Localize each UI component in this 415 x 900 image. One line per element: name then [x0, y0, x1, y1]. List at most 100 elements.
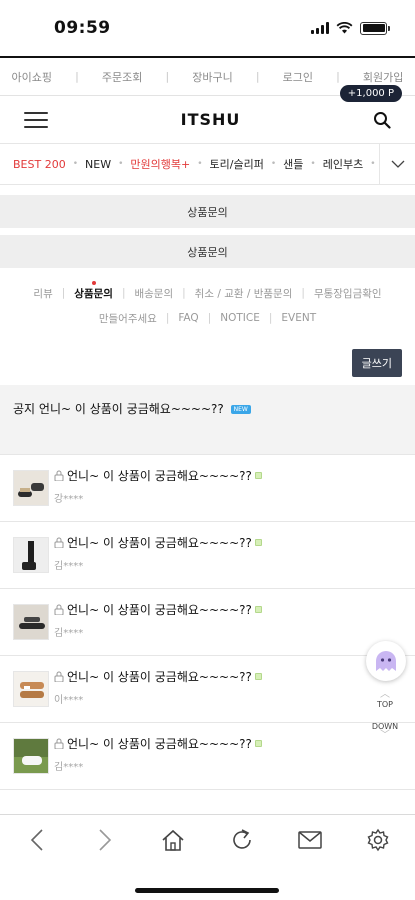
tab-request[interactable]: 만들어주세요: [99, 311, 157, 326]
scroll-top-button[interactable]: ︿ TOP: [369, 689, 401, 710]
divider: |: [207, 312, 212, 324]
home-indicator: [135, 888, 279, 893]
post-title-text: 언니~ 이 상품이 궁금해요~~~~??: [67, 737, 252, 751]
wifi-icon: [336, 22, 353, 34]
new-post-icon: [254, 673, 262, 680]
category-dot: •: [72, 159, 79, 169]
category-bar: BEST 200 • NEW • 만원의행복+ • 토리/슬리퍼 • 샌들 • …: [0, 144, 415, 185]
product-thumbnail: [13, 537, 49, 573]
category-dot: •: [270, 159, 277, 169]
list-item[interactable]: 언니~ 이 상품이 궁금해요~~~~?? 강****: [0, 455, 415, 522]
back-icon[interactable]: [22, 825, 52, 855]
util-link-login[interactable]: 로그인: [283, 69, 313, 85]
menu-icon[interactable]: [24, 111, 48, 128]
tab-shipping-inquiry[interactable]: 배송문의: [134, 286, 173, 301]
post-body: 언니~ 이 상품이 궁금해요~~~~?? 김****: [54, 735, 402, 773]
post-title-text: 언니~ 이 상품이 궁금해요~~~~??: [67, 536, 252, 550]
util-link-eyeshopping[interactable]: 아이쇼핑: [12, 69, 52, 85]
notice-prefix: 공지: [13, 402, 36, 416]
write-button[interactable]: 글쓰기: [351, 349, 402, 377]
category-dot: •: [197, 159, 203, 169]
divider: |: [182, 287, 186, 299]
post-title: 언니~ 이 상품이 궁금해요~~~~??: [54, 601, 402, 618]
lock-icon: [54, 470, 64, 481]
status-icons: [311, 21, 390, 35]
post-author: 이****: [54, 695, 84, 706]
write-button-wrap: 글쓰기: [0, 349, 415, 377]
tab-notice[interactable]: NOTICE: [220, 312, 260, 324]
list-item[interactable]: 언니~ 이 상품이 궁금해요~~~~?? 김****: [0, 723, 415, 790]
refresh-icon[interactable]: [227, 825, 257, 855]
chatbot-button[interactable]: [366, 641, 406, 681]
site-logo[interactable]: ITSHU: [181, 110, 241, 129]
category-slipper[interactable]: 토리/슬리퍼: [210, 156, 264, 172]
post-title-text: 언니~ 이 상품이 궁금해요~~~~??: [67, 469, 252, 483]
category-dot: •: [118, 159, 124, 169]
category-expand-button[interactable]: [379, 144, 415, 184]
settings-icon[interactable]: [363, 825, 393, 855]
scroll-down-button[interactable]: DOWN ﹀: [369, 722, 401, 741]
divider: |: [268, 312, 273, 324]
tab-event[interactable]: EVENT: [281, 312, 316, 324]
post-title: 언니~ 이 상품이 궁금해요~~~~??: [54, 467, 402, 484]
board-tabs: 리뷰 | 상품문의 | 배송문의 | 취소 / 교환 / 반품문의 | 무통장입…: [0, 268, 415, 329]
divider: |: [61, 287, 66, 299]
notice-row[interactable]: 공지 언니~ 이 상품이 궁금해요~~~~?? NEW: [0, 385, 415, 455]
post-author: 김****: [54, 762, 84, 773]
lock-icon: [54, 537, 64, 548]
post-author: 김****: [54, 561, 84, 572]
section-title: 상품문의: [187, 205, 228, 219]
tab-deposit-confirm[interactable]: 무통장입금확인: [314, 286, 382, 301]
search-icon[interactable]: [373, 111, 391, 129]
browser-toolbar: [0, 814, 415, 900]
product-thumbnail: [13, 470, 49, 506]
divider: |: [75, 70, 79, 83]
post-body: 언니~ 이 상품이 궁금해요~~~~?? 김****: [54, 534, 402, 572]
tab-faq[interactable]: FAQ: [178, 312, 198, 324]
util-link-order-lookup[interactable]: 주문조회: [102, 69, 142, 85]
notice-title: 언니~ 이 상품이 궁금해요~~~~??: [38, 402, 224, 416]
new-post-icon: [254, 740, 262, 747]
post-title: 언니~ 이 상품이 궁금해요~~~~??: [54, 534, 402, 551]
lock-icon: [54, 738, 64, 749]
post-title-text: 언니~ 이 상품이 궁금해요~~~~??: [67, 603, 252, 617]
post-body: 언니~ 이 상품이 궁금해요~~~~?? 김****: [54, 601, 402, 639]
util-link-join[interactable]: 회원가입: [363, 69, 403, 85]
util-link-cart[interactable]: 장바구니: [192, 69, 232, 85]
post-title: 언니~ 이 상품이 궁금해요~~~~??: [54, 735, 402, 752]
category-sandal[interactable]: 샌들: [283, 156, 303, 172]
new-post-icon: [254, 606, 262, 613]
chevron-up-icon: ︿: [380, 689, 390, 700]
divider: |: [301, 287, 305, 299]
post-author: 김****: [54, 628, 84, 639]
post-author: 강****: [54, 494, 84, 505]
chevron-down-icon: ﹀: [380, 730, 390, 741]
post-title-text: 언니~ 이 상품이 궁금해요~~~~??: [67, 670, 252, 684]
category-rainboots[interactable]: 레인부츠: [323, 156, 363, 172]
cellular-signal-icon: [311, 22, 329, 34]
category-new[interactable]: NEW: [85, 158, 111, 171]
post-list: 언니~ 이 상품이 궁금해요~~~~?? 강**** 언니~ 이 상품이 궁금해…: [0, 455, 415, 790]
top-label: TOP: [376, 700, 393, 709]
category-best200[interactable]: BEST 200: [13, 158, 66, 171]
tab-review[interactable]: 리뷰: [33, 286, 52, 301]
utility-nav: 아이쇼핑 | 주문조회 | 장바구니 | 로그인 | 회원가입 +1,000 P: [0, 58, 415, 102]
new-post-icon: [254, 472, 262, 479]
list-item[interactable]: 언니~ 이 상품이 궁금해요~~~~?? 김****: [0, 522, 415, 589]
lock-icon: [54, 604, 64, 615]
list-item[interactable]: 언니~ 이 상품이 궁금해요~~~~?? 이****: [0, 656, 415, 723]
site-header: ITSHU: [0, 96, 415, 144]
post-body: 언니~ 이 상품이 궁금해요~~~~?? 이****: [54, 668, 402, 706]
lock-icon: [54, 671, 64, 682]
tab-product-inquiry[interactable]: 상품문의: [74, 280, 113, 301]
section-title-bar: 상품문의: [0, 195, 415, 228]
category-list: BEST 200 • NEW • 만원의행복+ • 토리/슬리퍼 • 샌들 • …: [0, 156, 379, 172]
mail-icon[interactable]: [295, 825, 325, 855]
tab-cancel-exchange-return[interactable]: 취소 / 교환 / 반품문의: [195, 286, 293, 301]
board-tabs-row-1: 리뷰 | 상품문의 | 배송문의 | 취소 / 교환 / 반품문의 | 무통장입…: [0, 280, 415, 304]
ghost-chat-icon: [376, 651, 396, 671]
category-manwon[interactable]: 만원의행복+: [130, 156, 190, 172]
home-icon[interactable]: [158, 825, 188, 855]
forward-icon[interactable]: [90, 825, 120, 855]
list-item[interactable]: 언니~ 이 상품이 궁금해요~~~~?? 김****: [0, 589, 415, 656]
